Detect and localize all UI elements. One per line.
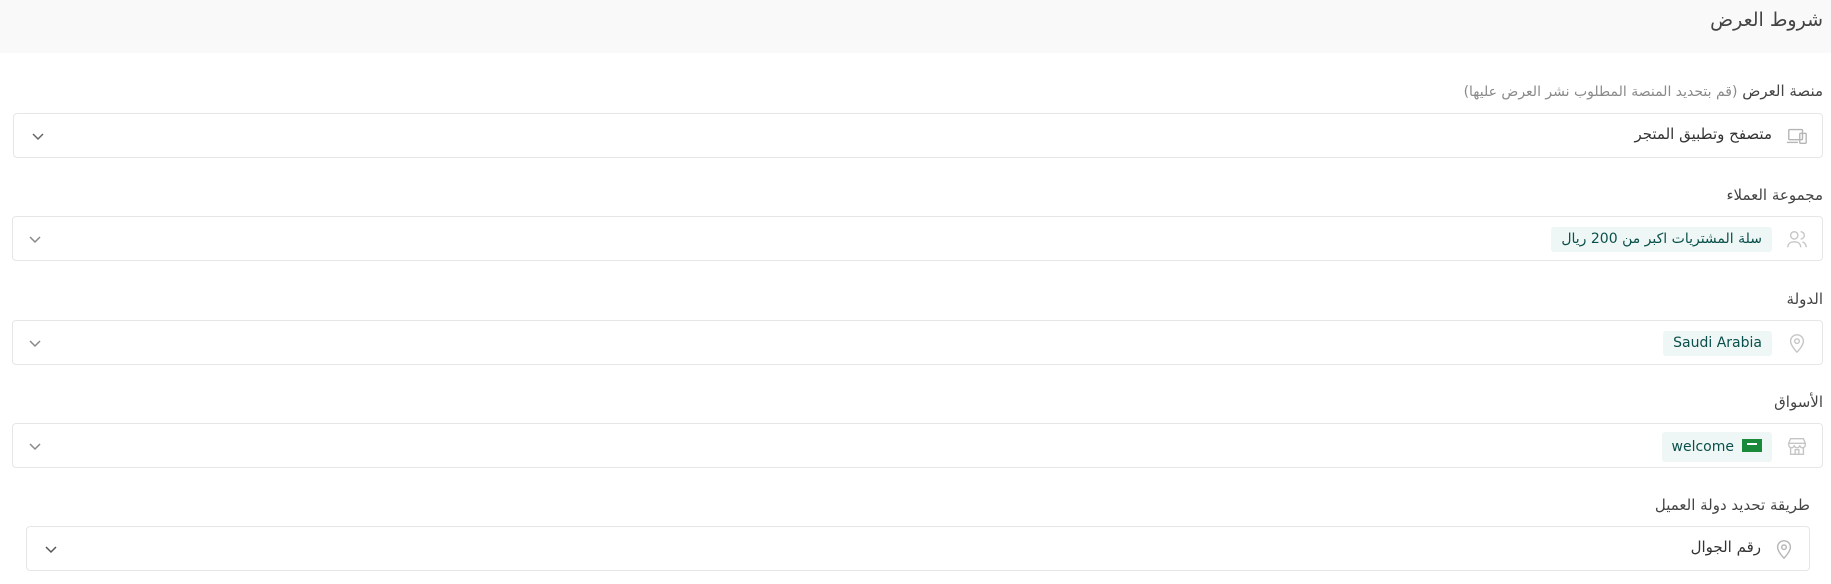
markets-chip[interactable]: welcome: [1661, 432, 1772, 462]
users-icon: [1786, 228, 1808, 250]
store-icon: [1786, 435, 1808, 457]
platform-label-text: منصة العرض: [1742, 82, 1823, 100]
country-select[interactable]: Saudi Arabia: [12, 320, 1823, 365]
customer-group-chip[interactable]: سلة المشتريات اكبر من 200 ريال: [1551, 227, 1772, 252]
platform-value: متصفح وتطبيق المتجر: [1634, 125, 1772, 143]
customer-group-select[interactable]: سلة المشتريات اكبر من 200 ريال: [12, 216, 1823, 261]
chevron-down-icon[interactable]: [27, 231, 43, 247]
platform-label: منصة العرض (قم بتحديد المنصة المطلوب نشر…: [1464, 82, 1823, 100]
country-chip[interactable]: Saudi Arabia: [1663, 331, 1772, 356]
chevron-down-icon[interactable]: [27, 438, 43, 454]
country-detection-label: طريقة تحديد دولة العميل: [1654, 496, 1810, 514]
country-detection-value: رقم الجوال: [1690, 538, 1761, 556]
chevron-down-icon[interactable]: [30, 128, 46, 144]
devices-icon: [1786, 125, 1808, 147]
markets-chip-label: welcome: [1671, 439, 1734, 455]
platform-hint: (قم بتحديد المنصة المطلوب نشر العرض عليه…: [1463, 84, 1738, 100]
section-title: شروط العرض: [1710, 9, 1823, 31]
chevron-down-icon[interactable]: [43, 541, 59, 557]
country-detection-select[interactable]: رقم الجوال: [26, 526, 1810, 571]
country-label: الدولة: [1786, 290, 1823, 308]
location-icon: [1786, 332, 1808, 354]
customer-group-label: مجموعة العملاء: [1726, 186, 1823, 204]
platform-select[interactable]: متصفح وتطبيق المتجر: [13, 113, 1823, 158]
section-header: شروط العرض: [0, 0, 1831, 53]
chevron-down-icon[interactable]: [27, 335, 43, 351]
markets-select[interactable]: welcome: [12, 423, 1823, 468]
location-icon: [1773, 538, 1795, 560]
saudi-flag-icon: [1742, 438, 1762, 452]
markets-label: الأسواق: [1774, 393, 1823, 411]
